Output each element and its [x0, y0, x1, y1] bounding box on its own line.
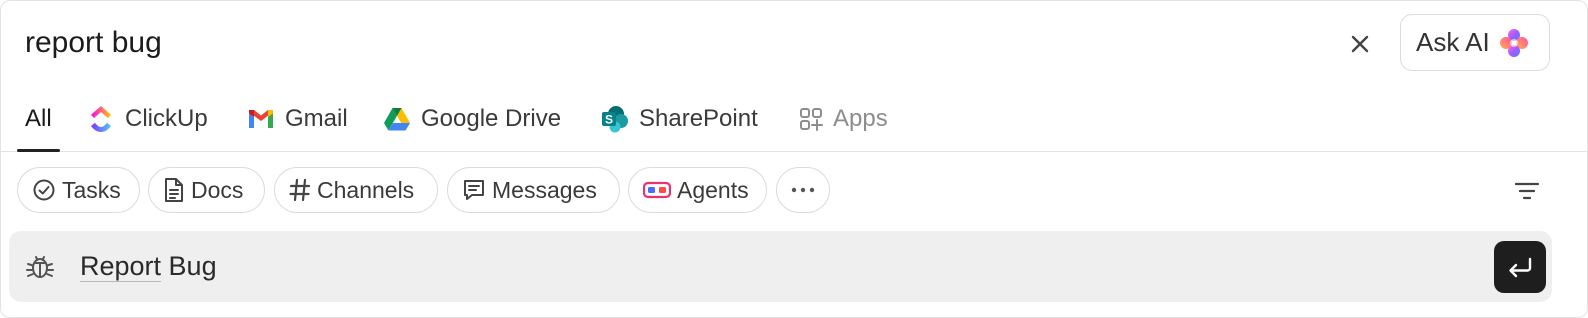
- tab-all-label: All: [25, 105, 52, 132]
- result-label-highlight: Report: [80, 251, 162, 282]
- tab-gmail[interactable]: Gmail: [247, 87, 348, 151]
- hash-icon: [289, 178, 311, 202]
- clickup-icon: [91, 106, 111, 132]
- bug-icon: [26, 256, 54, 278]
- filter-tasks[interactable]: Tasks: [17, 167, 140, 213]
- filter-tasks-label: Tasks: [62, 176, 121, 203]
- filter-icon: [1514, 182, 1540, 200]
- ask-ai-button[interactable]: Ask AI: [1400, 14, 1550, 71]
- tab-apps[interactable]: Apps: [799, 87, 888, 151]
- tab-sharepoint-label: SharePoint: [639, 105, 758, 132]
- apps-icon: [800, 108, 823, 131]
- close-icon: [1351, 35, 1369, 53]
- tab-sharepoint[interactable]: S SharePoint: [601, 87, 758, 151]
- clear-search-button[interactable]: [1341, 27, 1379, 61]
- enter-button[interactable]: [1494, 241, 1546, 293]
- tab-all[interactable]: All: [17, 87, 60, 152]
- google-drive-icon: [384, 108, 410, 131]
- tab-gmail-label: Gmail: [285, 105, 348, 132]
- more-filters-button[interactable]: [776, 167, 830, 213]
- tab-clickup-label: ClickUp: [125, 105, 208, 132]
- check-circle-icon: [33, 179, 55, 201]
- sharepoint-icon: S: [602, 106, 628, 133]
- ai-sparkle-icon: [1499, 28, 1528, 57]
- filter-channels[interactable]: Channels: [274, 167, 438, 213]
- filter-messages-label: Messages: [492, 176, 597, 203]
- svg-text:S: S: [605, 113, 613, 127]
- tab-apps-label: Apps: [833, 105, 888, 132]
- more-icon: [791, 187, 815, 193]
- result-label-rest: Bug: [161, 251, 217, 281]
- search-row: report bug Ask AI: [1, 1, 1587, 87]
- agents-icon: [643, 181, 671, 199]
- enter-key-icon: [1509, 257, 1532, 278]
- filter-agents-label: Agents: [677, 176, 749, 203]
- result-label: Report Bug: [80, 249, 217, 283]
- filter-messages[interactable]: Messages: [447, 167, 620, 213]
- filter-channels-label: Channels: [317, 176, 415, 203]
- filter-docs[interactable]: Docs: [148, 167, 265, 213]
- tab-clickup[interactable]: ClickUp: [87, 87, 208, 151]
- filter-settings-button[interactable]: [1506, 177, 1548, 205]
- result-item-report-bug[interactable]: Report Bug: [9, 231, 1552, 302]
- filter-docs-label: Docs: [191, 176, 244, 203]
- message-icon: [464, 180, 484, 200]
- source-tabs: All ClickUp Gmail Google Drive S SharePo…: [1, 87, 1587, 152]
- gmail-icon: [249, 110, 273, 128]
- doc-icon: [165, 178, 183, 202]
- filter-agents[interactable]: Agents: [628, 167, 767, 213]
- search-input[interactable]: report bug: [25, 23, 162, 63]
- filter-chips: Tasks Docs Channels Messages Agents: [1, 167, 1587, 215]
- ask-ai-label: Ask AI: [1416, 27, 1490, 57]
- tab-google-drive-label: Google Drive: [421, 105, 562, 132]
- tab-google-drive[interactable]: Google Drive: [383, 87, 561, 151]
- search-modal: report bug Ask AI All ClickUp Gmail Goog…: [0, 0, 1588, 318]
